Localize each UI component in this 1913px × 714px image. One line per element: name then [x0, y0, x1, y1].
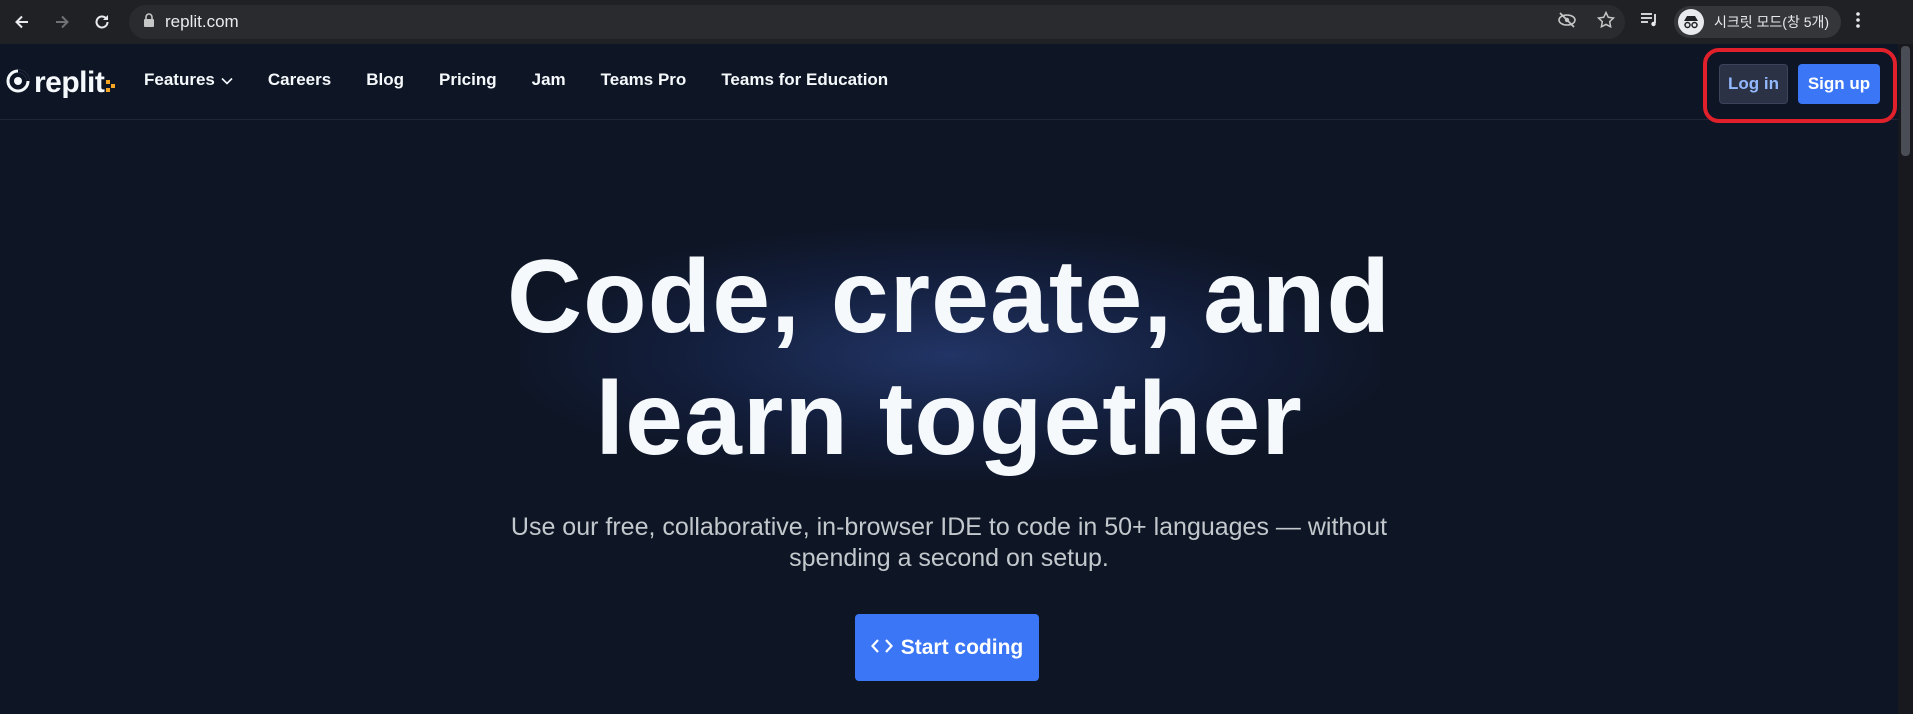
- nav-features[interactable]: Features: [144, 70, 233, 90]
- page-scrollbar[interactable]: [1898, 44, 1913, 714]
- incognito-icon: [1678, 9, 1704, 35]
- media-playlist-icon[interactable]: [1640, 12, 1660, 33]
- nav-blog[interactable]: Blog: [366, 70, 404, 90]
- chevron-down-icon: [221, 70, 233, 90]
- back-icon[interactable]: [2, 0, 42, 44]
- bookmark-star-icon[interactable]: [1596, 10, 1616, 34]
- nav-features-label: Features: [144, 70, 215, 89]
- logo-text: replit: [34, 66, 105, 99]
- browser-toolbar: replit.com 시크릿 모드(창 5개): [0, 0, 1913, 44]
- logo-accent-icon: [106, 78, 116, 97]
- incognito-profile-button[interactable]: 시크릿 모드(창 5개): [1674, 6, 1842, 38]
- start-coding-button[interactable]: Start coding: [855, 614, 1039, 681]
- nav-careers[interactable]: Careers: [268, 70, 331, 90]
- main-nav: Features Careers Blog Pricing Jam Teams …: [144, 70, 888, 90]
- nav-teams-for-education[interactable]: Teams for Education: [721, 70, 888, 90]
- hero-subtitle: Use our free, collaborative, in-browser …: [0, 512, 1898, 574]
- more-menu-icon[interactable]: [1855, 11, 1861, 34]
- login-button[interactable]: Log in: [1719, 64, 1788, 104]
- auth-buttons: Log in Sign up: [1719, 64, 1880, 104]
- nav-jam[interactable]: Jam: [532, 70, 566, 90]
- start-coding-label: Start coding: [900, 635, 1024, 659]
- reload-icon[interactable]: [82, 0, 122, 44]
- site-header: replit Features Careers Blog Pricing Jam…: [0, 44, 1898, 120]
- signup-button[interactable]: Sign up: [1798, 64, 1880, 104]
- nav-teams-pro[interactable]: Teams Pro: [601, 70, 687, 90]
- hero-title: Code, create, and learn together: [0, 236, 1898, 480]
- hero-subtitle-line-1: Use our free, collaborative, in-browser …: [510, 513, 1388, 541]
- hero-title-line-1: Code, create, and: [507, 239, 1391, 355]
- profile-label: 시크릿 모드(창 5개): [1714, 14, 1830, 30]
- replit-logo[interactable]: replit: [6, 68, 116, 98]
- hero-subtitle-line-2: spending a second on setup.: [789, 544, 1109, 572]
- lock-icon: [143, 12, 155, 32]
- code-brackets-icon: [870, 636, 893, 660]
- url-text: replit.com: [165, 12, 239, 31]
- address-bar[interactable]: replit.com: [129, 5, 1625, 39]
- hero-title-line-2: learn together: [595, 361, 1303, 477]
- forward-icon[interactable]: [42, 0, 82, 44]
- replit-logo-icon: [6, 69, 30, 98]
- eye-slash-icon[interactable]: [1557, 11, 1577, 33]
- scrollbar-thumb[interactable]: [1901, 46, 1910, 156]
- nav-pricing[interactable]: Pricing: [439, 70, 497, 90]
